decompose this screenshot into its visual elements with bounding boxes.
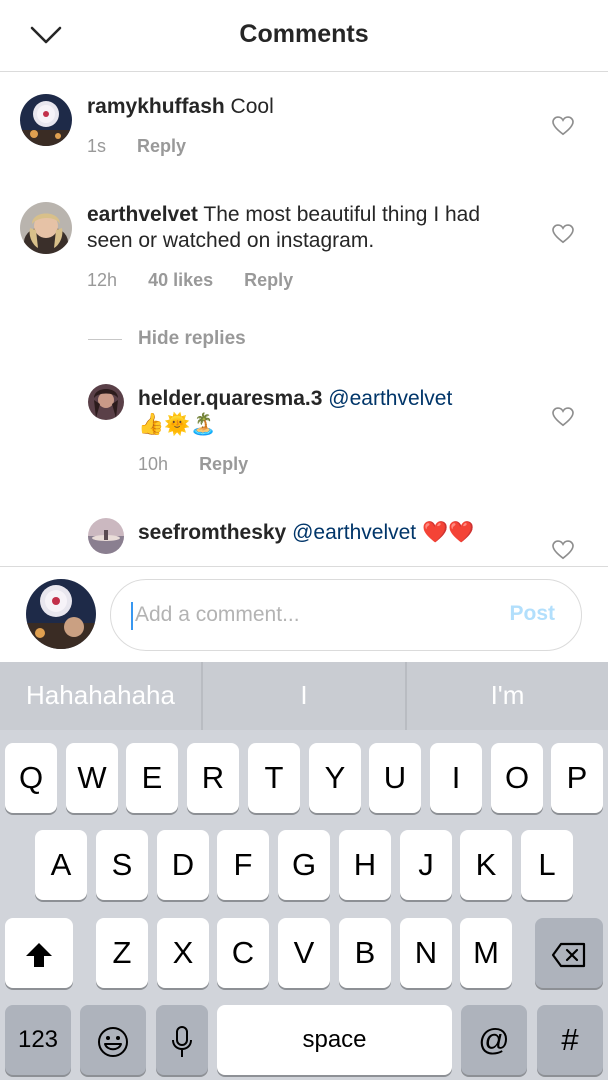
microphone-key[interactable] bbox=[156, 1005, 208, 1075]
numbers-key[interactable]: 123 bbox=[5, 1005, 71, 1075]
backspace-key[interactable] bbox=[535, 918, 603, 988]
suggestion-item[interactable]: I bbox=[203, 662, 405, 730]
comment-input-placeholder: Add a comment... bbox=[135, 603, 300, 626]
comment-time: 12h bbox=[87, 270, 118, 290]
key-z[interactable]: Z bbox=[96, 918, 148, 988]
comment-meta: 1s Reply bbox=[87, 136, 212, 157]
comment-text: earthvelvet The most beautiful thing I h… bbox=[87, 202, 527, 254]
heart-icon[interactable] bbox=[552, 116, 574, 136]
comment-emoji: ❤️❤️ bbox=[416, 521, 475, 544]
key-d[interactable]: D bbox=[157, 830, 209, 900]
key-l[interactable]: L bbox=[521, 830, 573, 900]
suggestion-item[interactable]: Hahahahaha bbox=[0, 662, 201, 730]
predictive-bar: Hahahahaha I I'm bbox=[0, 662, 608, 730]
keyboard: Hahahahaha I I'm Q W E R T Y U I O P A S… bbox=[0, 662, 608, 1080]
comment-text: ramykhuffash Cool bbox=[87, 94, 527, 120]
reply-button[interactable]: Reply bbox=[199, 454, 248, 474]
suggestion-item[interactable]: I'm bbox=[407, 662, 608, 730]
key-u[interactable]: U bbox=[369, 743, 421, 813]
key-f[interactable]: F bbox=[217, 830, 269, 900]
key-t[interactable]: T bbox=[248, 743, 300, 813]
heart-icon[interactable] bbox=[552, 224, 574, 244]
comment-text: seefromthesky @earthvelvet ❤️❤️ bbox=[138, 520, 558, 546]
key-q[interactable]: Q bbox=[5, 743, 57, 813]
comment-text: helder.quaresma.3 @earthvelvet 👍🌞🏝️ bbox=[138, 386, 538, 438]
heart-icon[interactable] bbox=[552, 407, 574, 427]
key-o[interactable]: O bbox=[491, 743, 543, 813]
page-title: Comments bbox=[239, 20, 369, 48]
avatar[interactable] bbox=[88, 518, 124, 554]
hide-replies-button[interactable]: Hide replies bbox=[138, 328, 246, 350]
avatar bbox=[26, 579, 96, 649]
key-j[interactable]: J bbox=[400, 830, 452, 900]
emoji-icon bbox=[98, 1026, 128, 1057]
key-p[interactable]: P bbox=[551, 743, 603, 813]
comment-username[interactable]: ramykhuffash bbox=[87, 95, 225, 118]
key-i[interactable]: I bbox=[430, 743, 482, 813]
key-n[interactable]: N bbox=[400, 918, 452, 988]
comment-time: 1s bbox=[87, 136, 107, 156]
comment-input[interactable]: Add a comment... Post bbox=[110, 579, 582, 651]
avatar[interactable] bbox=[88, 384, 124, 420]
comment-username[interactable]: helder.quaresma.3 bbox=[138, 387, 322, 410]
key-h[interactable]: H bbox=[339, 830, 391, 900]
key-s[interactable]: S bbox=[96, 830, 148, 900]
likes-count[interactable]: 40 likes bbox=[148, 270, 213, 290]
header: Comments bbox=[0, 0, 608, 72]
comment-username[interactable]: seefromthesky bbox=[138, 521, 286, 544]
hide-replies-divider: Hide replies bbox=[88, 328, 246, 349]
comments-list[interactable]: ramykhuffash Cool 1s Reply earthvelvet T… bbox=[0, 72, 608, 566]
key-x[interactable]: X bbox=[157, 918, 209, 988]
avatar[interactable] bbox=[20, 202, 72, 254]
key-y[interactable]: Y bbox=[309, 743, 361, 813]
reply-button[interactable]: Reply bbox=[137, 136, 186, 156]
avatar[interactable] bbox=[20, 94, 72, 146]
microphone-icon bbox=[172, 1025, 192, 1057]
key-e[interactable]: E bbox=[126, 743, 178, 813]
key-c[interactable]: C bbox=[217, 918, 269, 988]
mention-link[interactable]: @earthvelvet bbox=[322, 387, 452, 410]
comment-username[interactable]: earthvelvet bbox=[87, 203, 198, 226]
comment-time: 10h bbox=[138, 454, 169, 474]
emoji-key[interactable] bbox=[80, 1005, 146, 1075]
hash-key[interactable]: # bbox=[537, 1005, 603, 1075]
mention-link[interactable]: @earthvelvet bbox=[286, 521, 416, 544]
key-b[interactable]: B bbox=[339, 918, 391, 988]
comment-meta: 10h Reply bbox=[138, 454, 274, 475]
text-caret bbox=[131, 602, 133, 630]
comment-composer: Add a comment... Post bbox=[0, 566, 608, 662]
space-key[interactable]: space bbox=[217, 1005, 452, 1075]
comment-meta: 12h 40 likes Reply bbox=[87, 270, 319, 291]
shift-key[interactable] bbox=[5, 918, 73, 988]
at-key[interactable]: @ bbox=[461, 1005, 527, 1075]
key-v[interactable]: V bbox=[278, 918, 330, 988]
key-a[interactable]: A bbox=[35, 830, 87, 900]
key-k[interactable]: K bbox=[460, 830, 512, 900]
key-m[interactable]: M bbox=[460, 918, 512, 988]
reply-button[interactable]: Reply bbox=[244, 270, 293, 290]
heart-icon[interactable] bbox=[552, 540, 574, 560]
shift-arrow-icon bbox=[26, 942, 52, 967]
backspace-icon bbox=[551, 942, 586, 967]
comment-emoji: 👍🌞🏝️ bbox=[138, 413, 217, 436]
comment-body: Cool bbox=[224, 95, 274, 118]
post-button[interactable]: Post bbox=[509, 602, 555, 626]
key-w[interactable]: W bbox=[66, 743, 118, 813]
key-r[interactable]: R bbox=[187, 743, 239, 813]
key-g[interactable]: G bbox=[278, 830, 330, 900]
